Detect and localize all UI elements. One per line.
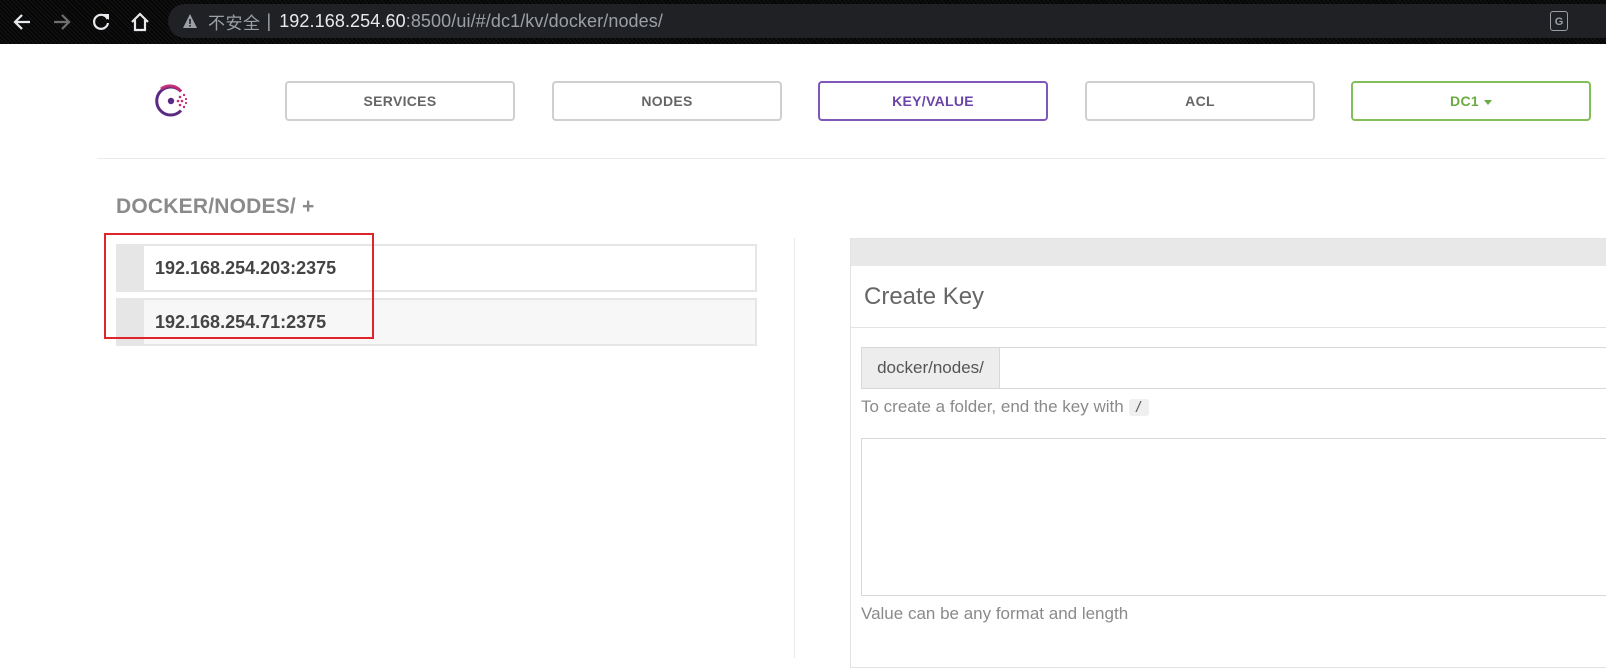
pane-divider — [794, 238, 795, 658]
panel-divider — [851, 327, 1606, 328]
url-host: 192.168.254.60 — [279, 10, 406, 31]
security-status[interactable]: 不安全 — [208, 9, 261, 34]
browser-toolbar: 不安全 | 192.168.254.60:8500/ui/#/dc1/kv/do… — [0, 0, 1606, 44]
forward-button[interactable] — [48, 8, 76, 36]
key-prefix: docker/nodes/ — [862, 348, 1000, 388]
folder-char-code: / — [1128, 398, 1149, 416]
nav-nodes-button[interactable]: NODES — [552, 81, 782, 121]
reload-icon — [93, 13, 110, 30]
panel-title: Create Key — [864, 283, 985, 310]
home-button[interactable] — [126, 8, 154, 36]
nav-acl-button[interactable]: ACL — [1085, 81, 1315, 121]
datacenter-label: DC1 — [1450, 93, 1479, 109]
key-input[interactable] — [1000, 348, 1606, 388]
create-key-panel: Create Key docker/nodes/ To create a fol… — [850, 238, 1606, 668]
datacenter-dropdown[interactable]: DC1 — [1351, 81, 1591, 121]
home-icon — [131, 12, 149, 32]
nav-services-button[interactable]: SERVICES — [285, 81, 515, 121]
folder-help-label: To create a folder, end the key with — [861, 397, 1124, 416]
breadcrumb: DOCKER/NODES/ + — [116, 195, 314, 219]
value-textarea[interactable] — [861, 438, 1606, 596]
folder-help-text: To create a folder, end the key with / — [861, 397, 1149, 417]
url-path: :8500/ui/#/dc1/kv/docker/nodes/ — [405, 10, 663, 31]
back-arrow-icon — [13, 14, 30, 30]
warning-triangle-icon — [183, 14, 197, 28]
consul-logo-icon[interactable] — [151, 81, 191, 121]
url-text[interactable]: 192.168.254.60:8500/ui/#/dc1/kv/docker/n… — [279, 11, 663, 32]
add-key-button[interactable]: + — [302, 195, 314, 218]
breadcrumb-path[interactable]: DOCKER/NODES/ — [116, 195, 296, 218]
key-input-group: docker/nodes/ — [861, 347, 1606, 389]
annotation-highlight-box — [104, 233, 374, 339]
back-button[interactable] — [8, 8, 36, 36]
caret-down-icon — [1483, 99, 1492, 105]
nav-key-value-button[interactable]: KEY/VALUE — [818, 81, 1048, 121]
value-help-text: Value can be any format and length — [861, 604, 1129, 623]
translate-icon[interactable]: G — [1550, 11, 1568, 31]
header-divider — [97, 158, 1606, 159]
forward-arrow-icon — [54, 14, 71, 30]
address-bar[interactable]: 不安全 | 192.168.254.60:8500/ui/#/dc1/kv/do… — [168, 4, 1606, 38]
reload-button[interactable] — [87, 8, 115, 36]
panel-header-bar — [851, 239, 1606, 266]
omnibox-separator: | — [266, 10, 272, 31]
